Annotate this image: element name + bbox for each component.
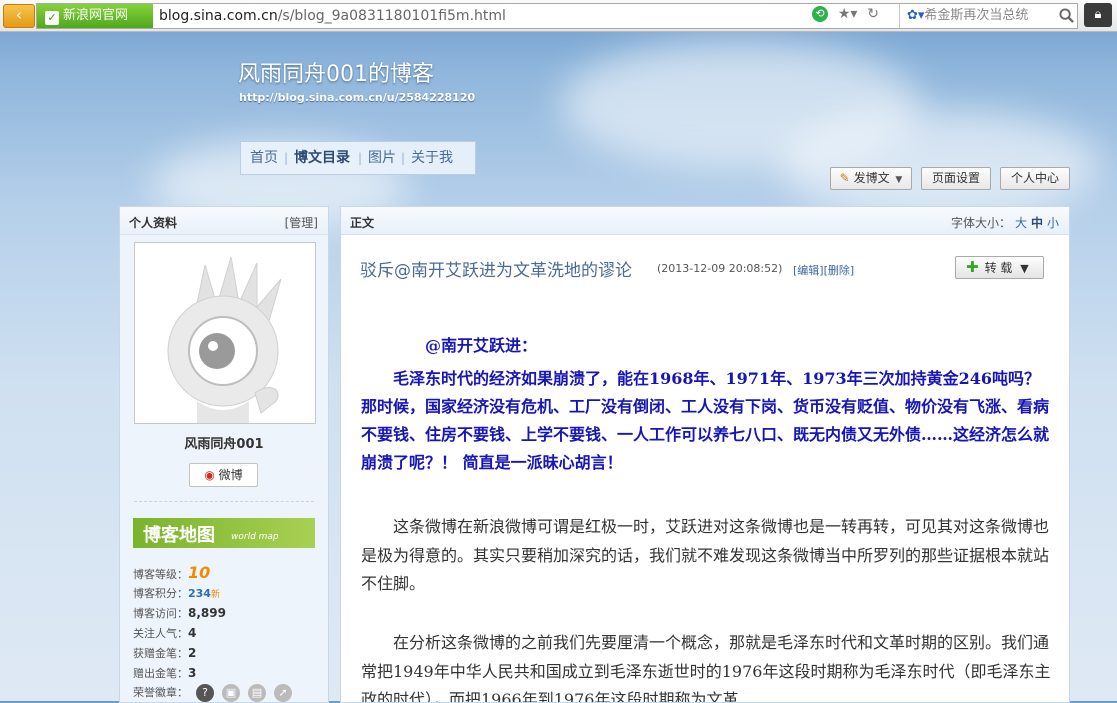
page-settings-button[interactable]: 页面设置 bbox=[921, 167, 991, 190]
stat-level: 博客等级：10 bbox=[133, 563, 210, 582]
lock-badge-icon[interactable]: ▤ bbox=[248, 684, 266, 702]
stat-label: 赠出金笔： bbox=[133, 667, 188, 680]
nav-separator: | bbox=[401, 151, 406, 165]
stat-value: 4 bbox=[188, 626, 197, 640]
stat-label: 荣誉徽章： bbox=[133, 686, 188, 699]
article-title: 驳斥@南开艾跃进为文革洗地的谬论 bbox=[360, 261, 632, 281]
stat-value: 8,899 bbox=[188, 606, 226, 620]
stat-visits: 博客访问：8,899 bbox=[133, 605, 226, 621]
font-size-small[interactable]: 小 bbox=[1047, 216, 1059, 230]
baidu-paw-icon: ✿▾ bbox=[907, 8, 925, 23]
font-size-control: 字体大小： 大中小 bbox=[951, 214, 1059, 231]
stat-label: 获赠金笔： bbox=[133, 647, 188, 660]
stat-popularity: 关注人气：4 bbox=[133, 625, 196, 641]
blog-title[interactable]: 风雨同舟001的博客 bbox=[238, 56, 434, 88]
profile-sidebar: 个人资料 [管理] 风雨同舟001 ◉ 微博 博客地图 world map 博客… bbox=[119, 206, 329, 703]
arrow-badge-icon[interactable]: ➚ bbox=[274, 684, 292, 702]
blog-url[interactable]: http://blog.sina.com.cn/u/2584228120 bbox=[239, 91, 475, 104]
dropdown-arrow-icon: ▼ bbox=[1020, 262, 1029, 275]
weibo-button[interactable]: ◉ 微博 bbox=[189, 463, 258, 487]
search-icon[interactable] bbox=[1059, 8, 1074, 23]
article-header-bar: 正文 字体大小： 大中小 bbox=[341, 207, 1069, 235]
article-paragraph: 在分析这条微博的之前我们先要厘清一个概念，那就是毛泽东时代和文革时期的区别。我们… bbox=[361, 633, 1051, 703]
stat-points: 博客积分：234新 bbox=[133, 585, 220, 601]
search-input[interactable]: ✿▾希金斯再次当总统 bbox=[907, 4, 1028, 28]
stat-label: 博客积分： bbox=[133, 587, 188, 600]
reload-icon[interactable]: ↻ bbox=[867, 6, 879, 22]
article-date: (2013-12-09 20:08:52) bbox=[657, 262, 783, 275]
check-icon: ✓ bbox=[45, 11, 59, 25]
sina-eye-mascot-icon bbox=[167, 256, 282, 423]
nav-about[interactable]: 关于我 bbox=[411, 142, 453, 174]
lock-icon[interactable]: 🔒︎ bbox=[1084, 3, 1112, 27]
back-arrow-icon: ‹ bbox=[15, 5, 23, 24]
profile-title: 个人资料 bbox=[129, 216, 178, 230]
nav-home[interactable]: 首页 bbox=[250, 142, 278, 174]
article-section-title: 正文 bbox=[350, 216, 375, 230]
blog-map-subtitle: world map bbox=[231, 532, 279, 542]
stat-value: 10 bbox=[188, 563, 211, 582]
url-box[interactable]: ✓ 新浪网官网 blog.sina.com.cn/s/blog_9a0831180… bbox=[36, 3, 1078, 29]
stat-label: 博客等级： bbox=[133, 568, 188, 581]
nav-photos[interactable]: 图片 bbox=[368, 142, 396, 174]
article-edit-links: [编辑][删除] bbox=[793, 262, 854, 278]
post-article-button[interactable]: ✎ 发博文 ▼ bbox=[830, 167, 912, 190]
question-badge-icon[interactable]: ? bbox=[196, 684, 214, 702]
weibo-label: 微博 bbox=[218, 468, 243, 482]
stat-label: 博客访问： bbox=[133, 607, 188, 620]
speed-mode-icon[interactable]: ⟲ bbox=[812, 6, 828, 22]
browser-address-bar: ‹ ✓ 新浪网官网 blog.sina.com.cn/s/blog_9a08311… bbox=[0, 0, 1117, 32]
font-size-large[interactable]: 大 bbox=[1015, 216, 1027, 230]
back-button[interactable]: ‹ bbox=[3, 4, 35, 28]
url-input[interactable]: blog.sina.com.cn/s/blog_9a0831180101fi5m… bbox=[159, 4, 506, 28]
font-size-label: 字体大小： bbox=[950, 216, 1011, 230]
new-badge: 新 bbox=[210, 590, 220, 600]
stat-value: 2 bbox=[188, 646, 197, 660]
address-icons: ⟲ ★▾ ↻ bbox=[812, 6, 885, 26]
quote-recipient: @南开艾跃进： bbox=[425, 336, 538, 355]
plus-icon: ✚ bbox=[966, 258, 979, 276]
repost-label: 转 载 bbox=[984, 261, 1013, 275]
stat-value: 3 bbox=[188, 666, 197, 680]
edit-icon: ✎ bbox=[839, 171, 850, 185]
site-name: 新浪网官网 bbox=[63, 8, 129, 23]
font-size-medium[interactable]: 中 bbox=[1031, 216, 1043, 230]
weibo-icon: ◉ bbox=[204, 468, 215, 482]
delete-link[interactable]: [删除] bbox=[824, 264, 855, 277]
edit-link[interactable]: [编辑] bbox=[793, 264, 824, 277]
search-divider bbox=[899, 4, 900, 28]
nav-article-list[interactable]: 博文目录 bbox=[294, 142, 350, 174]
blog-map-banner[interactable]: 博客地图 world map bbox=[133, 518, 315, 548]
stat-gift-received: 获赠金笔：2 bbox=[133, 645, 196, 661]
manage-link[interactable]: [管理] bbox=[285, 214, 318, 231]
blog-map-title: 博客地图 bbox=[143, 525, 215, 546]
divider bbox=[134, 501, 314, 502]
nav-separator: | bbox=[284, 151, 289, 165]
site-identity-badge[interactable]: ✓ 新浪网官网 bbox=[37, 4, 153, 28]
star-icon[interactable]: ★▾ bbox=[838, 6, 858, 22]
quote-body: 毛泽东时代的经济如果崩溃了，能在1968年、1971年、1973年三次加持黄金2… bbox=[361, 369, 1050, 472]
stat-label: 关注人气： bbox=[133, 627, 188, 640]
post-article-label: 发博文 bbox=[853, 171, 890, 185]
article-paragraph: 这条微博在新浪微博可谓是红极一时，艾跃进对这条微博也是一转再转，可见其对这条微博… bbox=[361, 517, 1050, 593]
search-text: 希金斯再次当总统 bbox=[924, 8, 1029, 23]
stat-honor-badges: 荣誉徽章：? ▣ ▤ ➚ bbox=[133, 684, 292, 702]
personal-center-button[interactable]: 个人中心 bbox=[1000, 167, 1070, 190]
nav-separator: | bbox=[358, 151, 363, 165]
background-cloud bbox=[780, 110, 1100, 220]
article-panel: 正文 字体大小： 大中小 驳斥@南开艾跃进为文革洗地的谬论 (2013-12-09… bbox=[340, 206, 1070, 703]
dropdown-arrow-icon: ▼ bbox=[895, 175, 903, 185]
stat-gift-given: 赠出金笔：3 bbox=[133, 665, 196, 681]
repost-button[interactable]: ✚ 转 载 ▼ bbox=[955, 256, 1044, 279]
blog-nav: 首页 | 博文目录 | 图片 | 关于我 bbox=[240, 141, 476, 175]
nickname[interactable]: 风雨同舟001 bbox=[120, 433, 328, 452]
url-host: blog.sina.com.cn bbox=[159, 8, 278, 24]
url-path: /s/blog_9a0831180101fi5m.html bbox=[277, 8, 506, 24]
profile-header: 个人资料 [管理] bbox=[120, 207, 328, 235]
camera-badge-icon[interactable]: ▣ bbox=[222, 684, 240, 702]
avatar[interactable] bbox=[134, 242, 316, 424]
stat-value: 234 bbox=[188, 587, 211, 600]
